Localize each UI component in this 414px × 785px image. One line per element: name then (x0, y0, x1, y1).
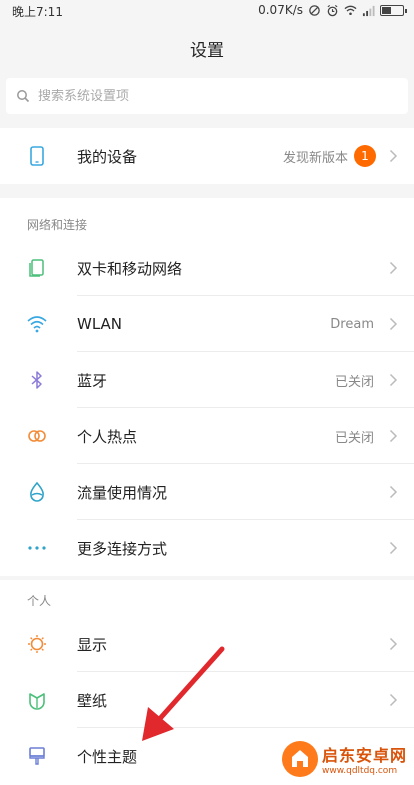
update-count-badge: 1 (354, 145, 376, 167)
settings-item-hotspot[interactable]: 个人热点 已关闭 (0, 408, 414, 464)
watermark-title: 启东安卓网 (322, 746, 408, 765)
more-icon (26, 537, 48, 559)
settings-item-data-usage[interactable]: 流量使用情况 (0, 464, 414, 520)
theme-icon (26, 745, 48, 767)
network-section: 网络和连接 双卡和移动网络 WLAN Dream 蓝牙 已关闭 个人热点 已关闭 (0, 198, 414, 576)
item-value: 已关闭 (334, 430, 374, 446)
search-input[interactable] (38, 88, 388, 104)
display-icon (26, 633, 48, 655)
item-label: 蓝牙 (77, 371, 108, 390)
search-icon (17, 90, 30, 103)
status-bar: 晚上7:11 0.07K/s (0, 0, 414, 20)
chevron-right-icon (389, 149, 398, 163)
phone-icon (26, 145, 48, 167)
settings-item-wlan[interactable]: WLAN Dream (0, 296, 414, 352)
data-usage-icon (26, 481, 48, 503)
watermark-url: www.qdltdq.com (322, 766, 398, 776)
battery-icon (380, 4, 407, 16)
item-label: 双卡和移动网络 (77, 259, 183, 278)
chevron-right-icon (389, 541, 398, 555)
status-time: 晚上7:11 (12, 5, 63, 19)
settings-item-dual-sim[interactable]: 双卡和移动网络 (0, 240, 414, 296)
item-label: 壁纸 (77, 691, 108, 710)
annotation-arrow-icon (142, 646, 225, 741)
item-label: 个性主题 (77, 747, 138, 766)
item-label: 显示 (77, 635, 108, 654)
my-device-label: 我的设备 (77, 147, 138, 166)
hotspot-icon (26, 425, 48, 447)
settings-item-more-connections[interactable]: 更多连接方式 (0, 520, 414, 576)
item-label: WLAN (77, 315, 123, 333)
bluetooth-icon (26, 369, 48, 391)
watermark-logo-icon (282, 741, 318, 777)
search-bar[interactable] (6, 78, 408, 114)
settings-item-bluetooth[interactable]: 蓝牙 已关闭 (0, 352, 414, 408)
alarm-icon (327, 4, 338, 16)
page-title: 设置 (190, 41, 224, 61)
wifi-status-icon (344, 5, 357, 15)
section-title: 网络和连接 (27, 218, 88, 232)
device-card: 我的设备 发现新版本 1 (0, 128, 414, 184)
wallpaper-icon (26, 689, 48, 711)
status-right: 0.07K/s (258, 3, 407, 17)
signal-icon (362, 5, 375, 16)
my-device-item[interactable]: 我的设备 发现新版本 1 (0, 128, 414, 184)
network-speed: 0.07K/s (258, 3, 303, 17)
item-value: 已关闭 (334, 374, 374, 390)
wifi-icon (26, 313, 48, 335)
section-header-network: 网络和连接 (0, 198, 414, 240)
chevron-right-icon (389, 317, 398, 331)
item-value: Dream (330, 316, 374, 332)
item-label: 流量使用情况 (77, 483, 168, 502)
chevron-right-icon (389, 261, 398, 275)
update-status-text: 发现新版本 (282, 150, 348, 166)
chevron-right-icon (389, 637, 398, 651)
section-title: 个人 (27, 594, 52, 608)
chevron-right-icon (389, 373, 398, 387)
chevron-right-icon (389, 485, 398, 499)
item-label: 个人热点 (77, 427, 138, 446)
item-label: 更多连接方式 (77, 539, 168, 558)
watermark: 启东安卓网 www.qdltdq.com (282, 737, 410, 781)
do-not-disturb-icon (309, 4, 320, 16)
section-header-personal: 个人 (0, 580, 414, 616)
chevron-right-icon (389, 693, 398, 707)
sim-card-icon (26, 257, 48, 279)
chevron-right-icon (389, 429, 398, 443)
